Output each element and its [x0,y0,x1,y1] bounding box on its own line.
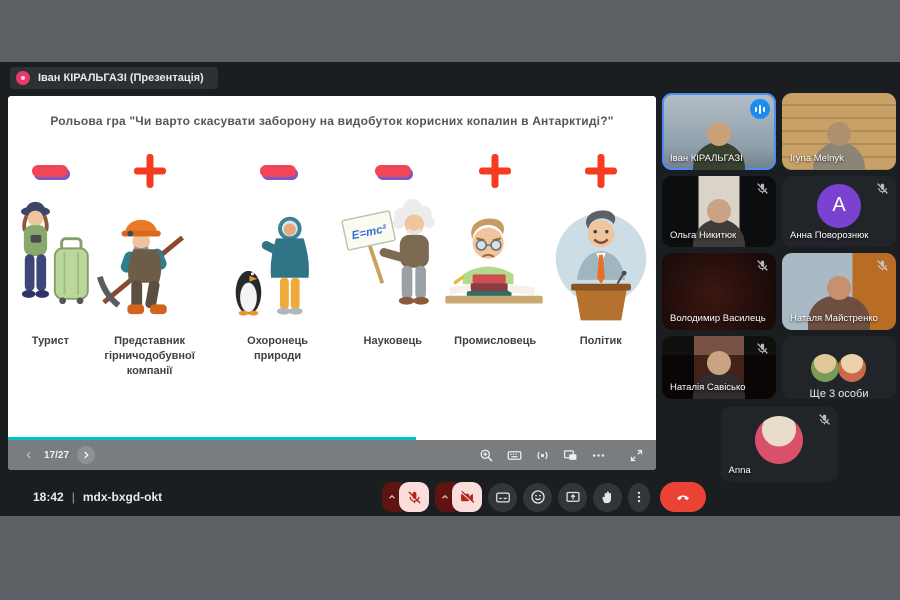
character-tourist: Турист [12,148,90,422]
participant-name: Anna [728,465,751,476]
call-bottom-bar: 18:42 | mdx-bxgd-okt [0,478,900,516]
participant-name: Ольга Никитюк [670,230,737,241]
broadcast-icon[interactable] [535,448,550,463]
shared-presentation: Рольова гра "Чи варто скасувати заборону… [8,96,656,470]
audio-activity-icon [750,99,770,119]
previous-slide-button[interactable] [20,446,38,464]
participants-panel: Іван КІРАЛЬГАЗІ Iryna Melnyk Ольга Никит… [662,93,896,482]
meeting-code: mdx-bxgd-okt [82,490,163,504]
participant-tile-iryna[interactable]: Iryna Melnyk [782,93,896,170]
minus-sign-icon [259,165,296,177]
mic-off-button[interactable] [399,482,429,512]
presenter-chip-label: Іван КІРАЛЬГАЗІ (Презентація) [38,72,204,84]
participant-avatars-icon [811,354,867,382]
participant-tile-anna[interactable]: Anna [720,407,838,482]
politician-illustration [548,194,654,324]
more-options-icon[interactable] [591,448,606,463]
avatar: A [817,183,861,228]
mic-off-icon [756,182,769,195]
meet-window: Іван КІРАЛЬГАЗІ (Презентація) Рольова гр… [0,62,900,516]
participant-tile-ivan[interactable]: Іван КІРАЛЬГАЗІ [662,93,776,170]
characters-row: Турист Представник гірничодобувної компа… [12,148,652,422]
nature-guard-illustration [228,194,328,324]
reactions-button[interactable] [523,482,552,512]
participant-tile-olha[interactable]: Ольга Никитюк [662,176,776,247]
raise-hand-button[interactable] [593,482,622,512]
mic-off-icon [876,182,889,195]
participant-tile-anna-povorozniuk[interactable]: A Анна Поворознюк [782,176,896,247]
character-industrialist: Промисловець [441,148,550,422]
character-ranger: Охоронець природи [210,148,344,422]
scientist-illustration: E=mc² [339,194,447,324]
participant-name: Володимир Василець [670,313,766,324]
minus-sign-icon [374,165,411,177]
microphone-control [382,482,429,512]
character-label: Турист [31,335,70,347]
participant-name: Анна Поворознюк [790,230,869,241]
captions-button[interactable] [488,482,517,512]
plus-sign-icon [134,154,166,188]
camera-off-button[interactable] [452,482,482,512]
presentation-live-icon [16,71,30,85]
participant-tile-volodymyr[interactable]: Володимир Василець [662,253,776,330]
participant-name: Наталія Савісько [670,382,746,393]
meeting-info: 18:42 | mdx-bxgd-okt [33,490,162,504]
character-scientist: E=mc² Науковець [341,148,441,422]
end-call-button[interactable] [660,482,706,512]
call-controls [382,482,706,512]
plus-sign-icon [479,154,511,188]
collapse-view-icon[interactable] [629,448,644,463]
mic-off-icon [876,259,889,272]
plus-sign-icon [585,154,617,188]
character-miner: Представник гірничодобувної компанії [89,148,211,422]
more-participants-label: Ще 3 особи [809,388,869,399]
participant-tile-natalia-savisko[interactable]: Наталія Савісько [662,336,776,399]
clock-time: 18:42 [33,490,64,504]
more-options-button[interactable] [628,482,650,512]
mic-off-icon [818,413,831,426]
camera-control [435,482,482,512]
participant-name: Наталя Майстренко [790,313,878,324]
mic-off-icon [756,259,769,272]
participant-tile-natalia-maistrenko[interactable]: Наталя Майстренко [782,253,896,330]
character-label: Науковець [363,335,423,347]
picture-in-picture-icon[interactable] [563,448,578,463]
keyboard-icon[interactable] [507,448,522,463]
present-screen-button[interactable] [558,482,587,512]
page-indicator: 17/27 [44,449,70,461]
participant-name: Іван КІРАЛЬГАЗІ [670,153,743,164]
character-label: Промисловець [454,335,537,347]
industrialist-illustration [441,194,549,324]
participant-name: Iryna Melnyk [790,153,844,164]
presenter-chip[interactable]: Іван КІРАЛЬГАЗІ (Презентація) [10,67,218,89]
character-label: Представник гірничодобувної компанії [104,335,195,377]
slide-title: Рольова гра "Чи варто скасувати заборону… [50,114,614,128]
character-politician: Політик [550,148,652,422]
next-slide-button[interactable] [77,446,96,464]
info-divider: | [71,490,75,504]
tourist-illustration [5,194,95,324]
zoom-in-icon[interactable] [479,448,494,463]
mic-off-icon [756,342,769,355]
miner-illustration [95,194,205,324]
character-label: Політик [579,335,622,347]
minus-sign-icon [32,165,69,177]
presentation-control-bar: 17/27 [8,440,656,470]
avatar [755,416,803,464]
character-label: Охоронець природи [247,335,308,362]
more-participants-tile[interactable]: Ще 3 особи [782,336,896,399]
